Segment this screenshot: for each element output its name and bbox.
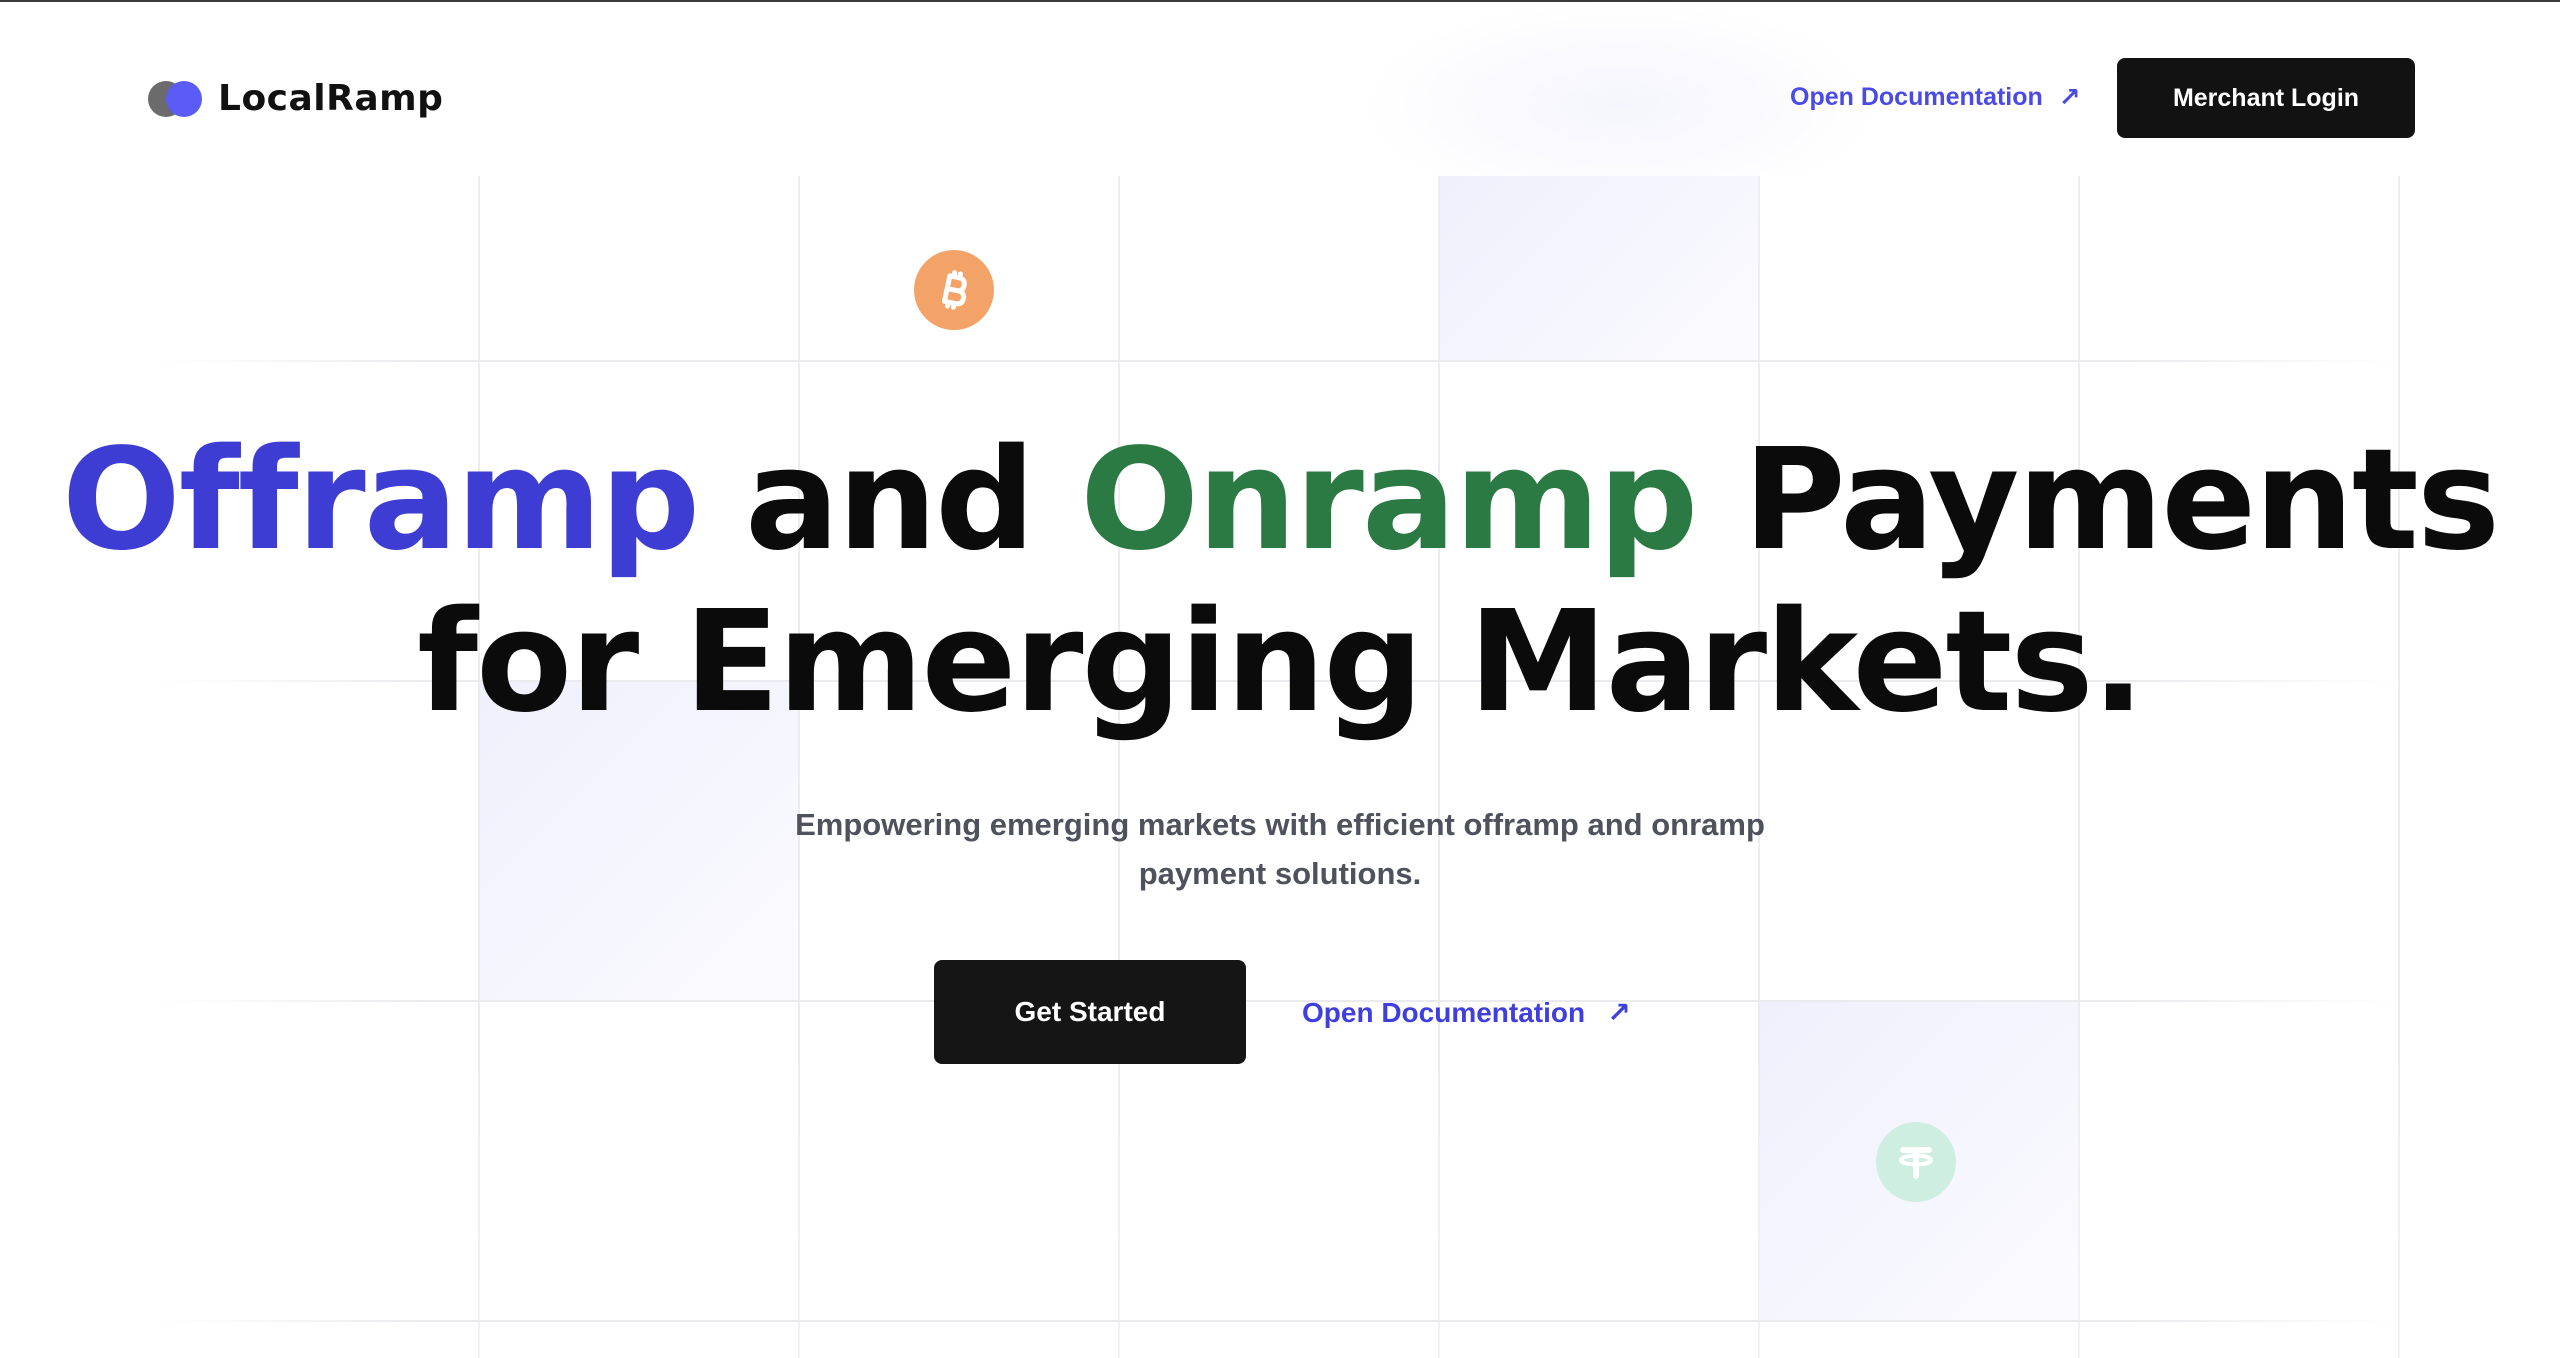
merchant-login-button[interactable]: Merchant Login: [2117, 58, 2415, 138]
headline-offramp: Offramp: [61, 419, 700, 582]
grid-line: [1118, 176, 1120, 1358]
grid-line: [1438, 176, 1440, 1358]
hero-subtitle: Empowering emerging markets with efficie…: [795, 807, 1765, 891]
tether-icon: [1876, 1122, 1956, 1202]
headline-line-two: for Emerging Markets.: [417, 581, 2145, 744]
hero-documentation-link[interactable]: Open Documentation ↗: [1302, 996, 1631, 1029]
grid-highlight-cell: [1438, 176, 1758, 360]
hero-headline: Offramp and Onramp Payments for Emerging…: [0, 420, 2560, 744]
brand-name: LocalRamp: [218, 78, 444, 119]
grid-line: [2078, 176, 2080, 1358]
hero-documentation-label: Open Documentation: [1302, 996, 1586, 1028]
grid-line: [2398, 176, 2400, 1358]
bitcoin-icon: [914, 250, 994, 330]
headline-payments: Payments: [1696, 419, 2500, 582]
headline-and: and: [698, 419, 1081, 582]
grid-line: [156, 1320, 2400, 1322]
grid-line: [156, 360, 2400, 362]
arrow-up-right-icon: ↗: [1607, 997, 1631, 1028]
grid-line: [1758, 176, 1760, 1358]
grid-line: [478, 176, 480, 1358]
headline-onramp: Onramp: [1080, 419, 1698, 582]
grid-line: [156, 1000, 2400, 1002]
get-started-button[interactable]: Get Started: [934, 960, 1246, 1064]
logo-mark-icon: [148, 79, 206, 119]
window-top-border: [0, 0, 2560, 2]
arrow-up-right-icon: ↗: [2058, 82, 2081, 112]
header-documentation-label: Open Documentation: [1790, 83, 2043, 111]
grid-line: [798, 176, 800, 1358]
background-grid: [156, 176, 2400, 1358]
header-documentation-link[interactable]: Open Documentation ↗: [1790, 82, 2081, 113]
brand-logo[interactable]: LocalRamp: [148, 78, 443, 119]
